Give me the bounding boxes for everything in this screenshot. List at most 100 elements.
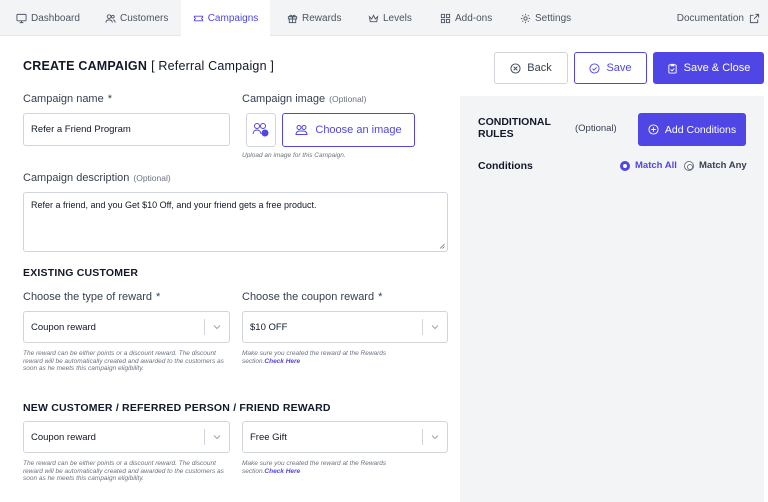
- image-icon: [295, 125, 308, 135]
- tab-addons[interactable]: Add-ons: [440, 0, 492, 36]
- existing-reward-type-value: Coupon reward: [31, 321, 96, 333]
- top-nav: Dashboard Customers Campaigns Rewards Le…: [0, 0, 768, 37]
- circle-plus-icon: [648, 124, 659, 135]
- match-any-label: Match Any: [699, 160, 747, 171]
- tab-rewards-label: Rewards: [302, 12, 342, 24]
- campaign-description-input[interactable]: Refer a friend, and you Get $10 Off, and…: [23, 192, 448, 252]
- add-conditions-label: Add Conditions: [664, 123, 737, 136]
- new-reward-type-select[interactable]: Coupon reward: [23, 421, 230, 453]
- chevron-down-icon: [431, 325, 439, 330]
- radio-selected-icon: [620, 160, 630, 171]
- choose-image-button[interactable]: Choose an image: [282, 113, 415, 147]
- reward-type-label-text: Choose the type of reward: [23, 291, 153, 303]
- tab-campaigns-label: Campaigns: [207, 13, 259, 24]
- campaign-description-value: Refer a friend, and you Get $10 Off, and…: [31, 200, 317, 210]
- save-button-label: Save: [606, 62, 632, 74]
- match-any-radio[interactable]: Match Any: [684, 160, 747, 171]
- existing-reward-type-select[interactable]: Coupon reward: [23, 311, 230, 343]
- coupon-reward-label-text: Choose the coupon reward: [242, 291, 375, 303]
- required-mark: *: [378, 291, 383, 303]
- new-reward-type-help: The reward can be either points or a dis…: [23, 460, 224, 482]
- new-coupon-select[interactable]: Free Gift: [242, 421, 448, 453]
- add-conditions-button[interactable]: Add Conditions: [638, 113, 746, 146]
- check-here-link[interactable]: Check Here: [264, 468, 300, 475]
- gift-icon: [287, 14, 298, 23]
- tab-rewards[interactable]: Rewards: [287, 0, 341, 36]
- existing-coupon-value: $10 OFF: [250, 321, 288, 333]
- existing-customer-title: EXISTING CUSTOMER: [23, 267, 139, 279]
- chevron-down-icon: [213, 435, 221, 440]
- check-here-link[interactable]: Check Here: [264, 358, 300, 365]
- documentation-label: Documentation: [676, 12, 744, 24]
- campaign-description-label-text: Campaign description: [23, 172, 130, 184]
- campaign-name-label: Campaign name *: [23, 93, 112, 105]
- new-customer-title: NEW CUSTOMER / REFERRED PERSON / FRIEND …: [23, 402, 331, 414]
- choose-image-label: Choose an image: [315, 124, 402, 136]
- tab-settings[interactable]: Settings: [520, 0, 571, 36]
- existing-reward-type-help: The reward can be either points or a dis…: [23, 350, 224, 372]
- resize-handle-icon[interactable]: [439, 243, 445, 249]
- coupon-reward-label: Choose the coupon reward *: [242, 291, 382, 303]
- select-divider: [204, 429, 205, 445]
- conditional-rules-title: CONDITIONAL RULES: [478, 116, 551, 140]
- documentation-link[interactable]: Documentation: [677, 0, 760, 36]
- select-divider: [204, 319, 205, 335]
- conditions-label: Conditions: [478, 160, 533, 172]
- conditional-rules-panel: [460, 96, 764, 502]
- match-all-label: Match All: [635, 160, 677, 171]
- back-button-label: Back: [527, 62, 552, 74]
- optional-text: (Optional): [133, 173, 171, 183]
- campaign-name-value: Refer a Friend Program: [31, 124, 131, 135]
- required-mark: *: [107, 93, 112, 105]
- page-subtitle: [ Referral Campaign ]: [151, 59, 275, 73]
- new-reward-type-value: Coupon reward: [31, 431, 96, 443]
- required-mark: *: [156, 291, 161, 303]
- page-title: CREATE CAMPAIGN[ Referral Campaign ]: [23, 59, 274, 73]
- tab-levels[interactable]: Levels: [368, 0, 412, 36]
- chevron-down-icon: [213, 325, 221, 330]
- tab-campaigns[interactable]: Campaigns: [181, 0, 270, 37]
- chevron-down-icon: [431, 435, 439, 440]
- monitor-icon: [16, 13, 27, 23]
- optional-text: (Optional): [329, 94, 367, 104]
- tab-settings-label: Settings: [535, 12, 572, 24]
- new-coupon-help: Make sure you created the reward at the …: [242, 460, 427, 475]
- back-button[interactable]: Back: [494, 52, 568, 84]
- new-coupon-value: Free Gift: [250, 431, 287, 443]
- image-preview: [246, 113, 276, 147]
- crown-icon: [368, 13, 379, 22]
- conditional-rules-optional: (Optional): [575, 123, 617, 134]
- circle-x-icon: [510, 62, 521, 74]
- clipboard-check-icon: [668, 63, 677, 74]
- ticket-icon: [193, 15, 203, 22]
- tab-dashboard[interactable]: Dashboard: [16, 0, 80, 36]
- image-placeholder-icon: [252, 123, 269, 137]
- tab-levels-label: Levels: [383, 12, 412, 24]
- grid-icon: [440, 13, 451, 23]
- existing-coupon-select[interactable]: $10 OFF: [242, 311, 448, 343]
- save-button[interactable]: Save: [574, 52, 647, 84]
- select-divider: [422, 429, 423, 445]
- tab-dashboard-label: Dashboard: [31, 12, 80, 24]
- campaign-name-label-text: Campaign name: [23, 93, 104, 105]
- gear-icon: [520, 13, 531, 23]
- tab-customers[interactable]: Customers: [105, 0, 168, 36]
- tab-addons-label: Add-ons: [455, 12, 493, 24]
- external-link-icon: [749, 13, 760, 23]
- circle-check-icon: [589, 62, 600, 74]
- reward-type-label: Choose the type of reward *: [23, 291, 160, 303]
- page-title-main: CREATE CAMPAIGN: [23, 59, 148, 73]
- campaign-image-label: Campaign image (Optional): [242, 93, 366, 105]
- select-divider: [422, 319, 423, 335]
- tab-customers-label: Customers: [120, 12, 169, 24]
- campaign-name-input[interactable]: Refer a Friend Program: [23, 113, 230, 146]
- campaign-description-label: Campaign description (Optional): [23, 172, 171, 184]
- save-close-button-label: Save & Close: [683, 62, 751, 74]
- radio-unselected-icon: [684, 160, 694, 171]
- match-all-radio[interactable]: Match All: [620, 160, 677, 171]
- users-icon: [105, 13, 116, 23]
- campaign-image-label-text: Campaign image: [242, 93, 326, 105]
- existing-coupon-help: Make sure you created the reward at the …: [242, 350, 427, 365]
- image-help-text: Upload an image for this Campaign.: [242, 152, 346, 159]
- save-close-button[interactable]: Save & Close: [653, 52, 764, 84]
